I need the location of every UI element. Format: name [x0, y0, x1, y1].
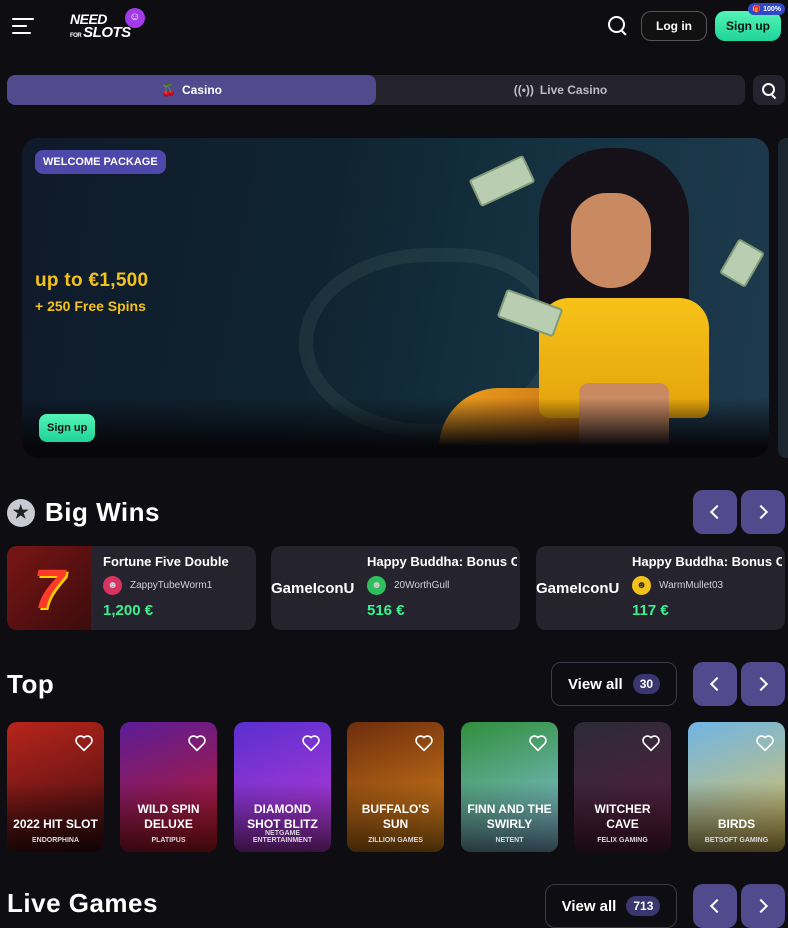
top-next-button[interactable]	[741, 662, 785, 706]
game-provider: BETSOFT GAMING	[704, 837, 769, 844]
game-title: FINN AND THE SWIRLY	[467, 802, 552, 831]
view-all-label: View all	[561, 897, 617, 915]
game-provider: NETGAME ENTERTAINMENT	[252, 830, 313, 844]
win-game-name: Fortune Five Double	[103, 554, 229, 569]
game-tile[interactable]: BIRDS BETSOFT GAMING	[688, 722, 785, 852]
banner-amount: up to €1,500	[35, 270, 149, 291]
game-thumbnail: 7	[7, 546, 91, 630]
win-user: ☻ 20WorthGull	[367, 576, 449, 595]
win-amount: 117 €	[632, 602, 669, 619]
games-count-badge: 713	[626, 896, 661, 916]
gift-icon: 🎁	[752, 6, 762, 13]
tab-casino[interactable]: 🍒 Casino	[7, 75, 376, 105]
game-provider: NETENT	[495, 837, 524, 844]
banner-ground	[22, 398, 769, 458]
broadcast-icon: ((•))	[513, 83, 534, 97]
face-graphic	[571, 193, 651, 288]
heart-icon[interactable]	[301, 734, 321, 752]
game-title: BIRDS	[717, 817, 756, 831]
game-tile[interactable]: WITCHER CAVE FELIX GAMING	[574, 722, 671, 852]
tab-casino-label: Casino	[181, 83, 222, 97]
game-title: 2022 HIT SLOT	[13, 817, 98, 831]
top-title: Top	[7, 669, 55, 699]
big-wins-prev-button[interactable]	[693, 490, 737, 534]
win-amount: 1,200 €	[103, 602, 154, 619]
top-view-all-button[interactable]: View all 30	[551, 662, 677, 706]
category-tabs: 🍒 Casino ((•)) Live Casino	[7, 75, 745, 105]
site-logo[interactable]: NEED FOR SLOTS ☺	[70, 8, 145, 41]
login-button[interactable]: Log in	[641, 11, 707, 41]
signup-button[interactable]: Sign up 🎁 100%	[715, 3, 785, 41]
game-provider: FELIX GAMING	[597, 837, 648, 844]
heart-icon[interactable]	[528, 734, 548, 752]
game-thumbnail-alt-text: GameIconU	[271, 579, 355, 597]
game-tile[interactable]: WILD SPIN DELUXE PLATIPUS	[120, 722, 217, 852]
game-provider: ZILLION GAMES	[368, 837, 423, 844]
big-win-card[interactable]: GameIconU Happy Buddha: Bonus Combo ☻ 20…	[271, 546, 520, 630]
heart-icon[interactable]	[74, 734, 94, 752]
view-all-label: View all	[567, 675, 623, 693]
bonus-badge-text: 100%	[763, 6, 781, 13]
top-prev-button[interactable]	[693, 662, 737, 706]
win-username: ZappyTubeWorm1	[130, 580, 213, 591]
game-title: BUFFALO'S SUN	[361, 802, 430, 831]
game-thumbnail-alt-text: GameIconU	[536, 579, 620, 597]
big-win-card[interactable]: GameIconU Happy Buddha: Bonus Combo ☻ Wa…	[536, 546, 785, 630]
game-tile[interactable]: 2022 HIT SLOT ENDORPHINA	[7, 722, 104, 852]
live-games-title: Live Games	[7, 888, 158, 918]
heart-icon[interactable]	[641, 734, 661, 752]
cherries-icon: 🍒	[161, 83, 176, 97]
game-title: WITCHER CAVE	[594, 802, 651, 831]
user-avatar: ☻	[367, 576, 386, 595]
welcome-package-badge: WELCOME PACKAGE	[35, 150, 166, 174]
logo-prefix: FOR	[70, 32, 82, 39]
top-header: Top	[7, 669, 54, 700]
tab-live-casino[interactable]: ((•)) Live Casino	[376, 75, 745, 105]
game-provider: PLATIPUS	[151, 837, 186, 844]
tab-live-casino-label: Live Casino	[539, 83, 608, 97]
star-icon: ★	[7, 498, 35, 527]
win-user: ☻ ZappyTubeWorm1	[103, 576, 212, 595]
bonus-badge: 🎁 100%	[748, 3, 785, 15]
live-games-header: Live Games	[7, 888, 158, 919]
big-win-card[interactable]: 7 Fortune Five Double ☻ ZappyTubeWorm1 1…	[7, 546, 256, 630]
game-search-button[interactable]	[753, 75, 785, 105]
user-avatar: ☻	[632, 576, 651, 595]
game-tile[interactable]: FINN AND THE SWIRLY NETENT	[461, 722, 558, 852]
big-wins-header: ★ Big Wins	[7, 497, 160, 528]
big-wins-title: Big Wins	[45, 497, 160, 527]
win-user: ☻ WarmMullet03	[632, 576, 723, 595]
search-icon[interactable]	[607, 15, 629, 37]
game-provider: ENDORPHINA	[31, 837, 80, 844]
game-tile[interactable]: BUFFALO'S SUN ZILLION GAMES	[347, 722, 444, 852]
heart-icon[interactable]	[414, 734, 434, 752]
top-bar: NEED FOR SLOTS ☺ Log in Sign up 🎁 100%	[0, 0, 788, 52]
win-game-name: Happy Buddha: Bonus Combo	[632, 554, 782, 569]
game-tile[interactable]: DIAMOND SHOT BLITZ NETGAME ENTERTAINMENT	[234, 722, 331, 852]
banner-free-spins: + 250 Free Spins	[35, 298, 146, 314]
logo-emblem-icon: ☺	[124, 8, 145, 28]
heart-icon[interactable]	[755, 734, 775, 752]
heart-icon[interactable]	[187, 734, 207, 752]
win-username: 20WorthGull	[394, 580, 450, 591]
live-games-view-all-button[interactable]: View all 713	[545, 884, 677, 928]
game-title: DIAMOND SHOT BLITZ	[247, 802, 318, 831]
signup-label: Sign up	[726, 19, 770, 33]
live-games-prev-button[interactable]	[693, 884, 737, 928]
games-count-badge: 30	[632, 674, 661, 694]
logo-line2: SLOTS	[83, 23, 131, 41]
user-avatar: ☻	[103, 576, 122, 595]
win-username: WarmMullet03	[659, 580, 724, 591]
next-banner-peek[interactable]	[778, 138, 788, 458]
banner-signup-button[interactable]: Sign up	[39, 414, 96, 442]
win-game-name: Happy Buddha: Bonus Combo	[367, 554, 517, 569]
win-amount: 516 €	[367, 602, 405, 619]
hamburger-menu-icon[interactable]	[12, 18, 34, 34]
game-title: WILD SPIN DELUXE	[137, 802, 200, 831]
big-wins-next-button[interactable]	[741, 490, 785, 534]
promo-banner[interactable]: WELCOME PACKAGE up to €1,500 + 250 Free …	[22, 138, 769, 458]
live-games-next-button[interactable]	[741, 884, 785, 928]
